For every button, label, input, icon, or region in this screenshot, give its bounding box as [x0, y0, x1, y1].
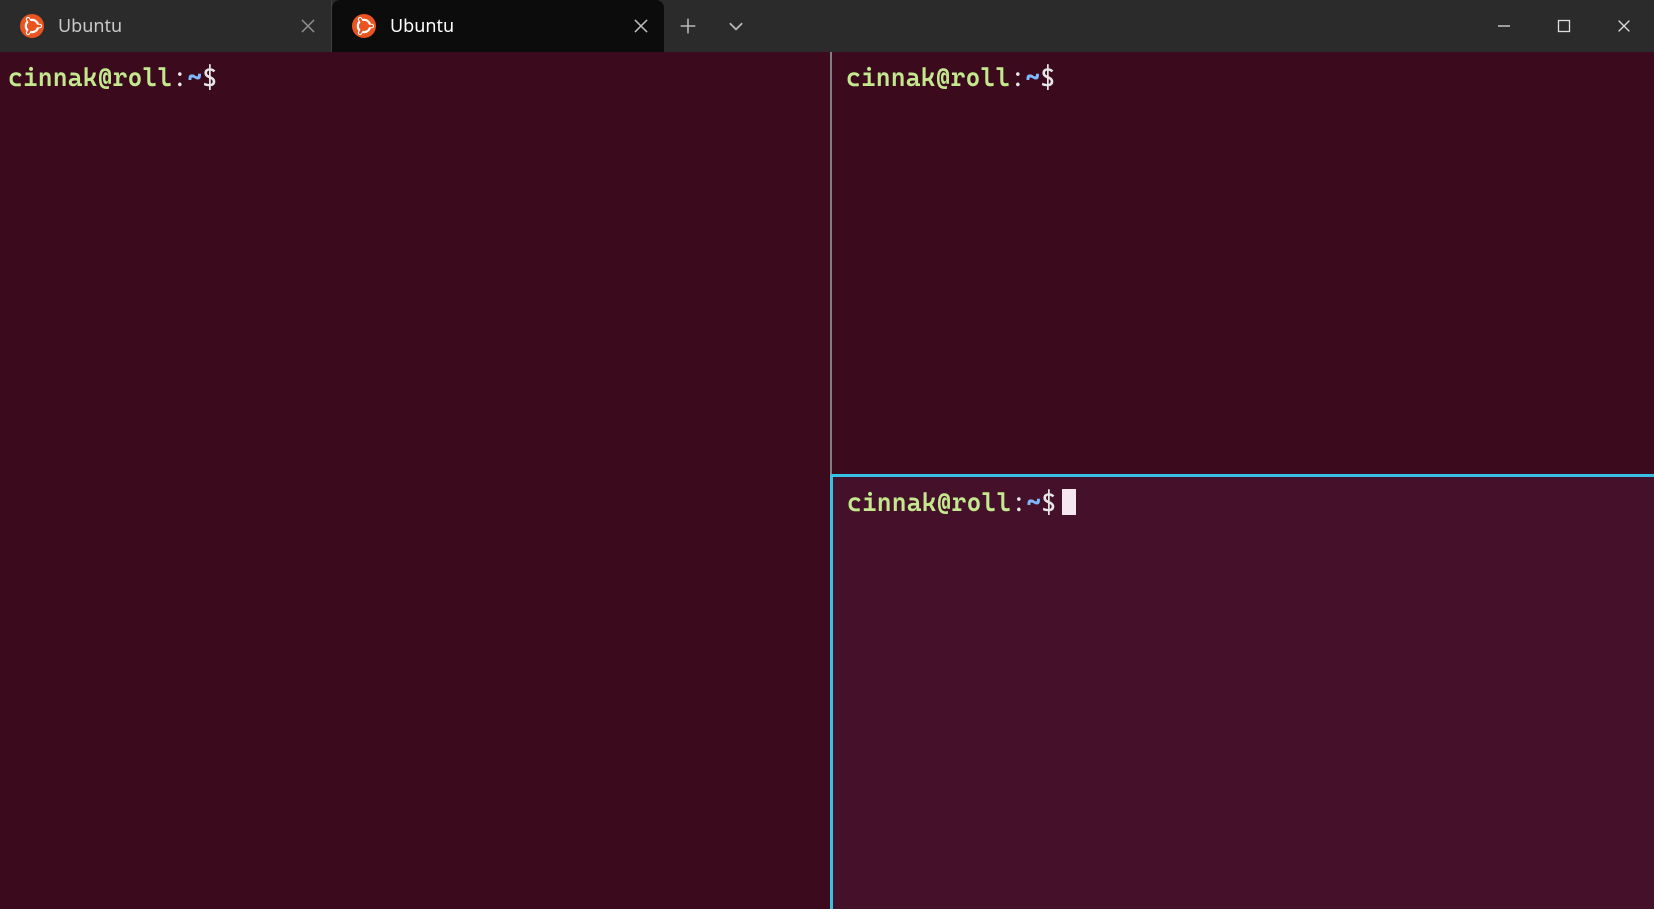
- close-window-button[interactable]: [1594, 0, 1654, 52]
- terminal-pane-left[interactable]: cinnak@roll:~$: [0, 52, 832, 909]
- text-cursor: [1062, 489, 1076, 515]
- terminal-content: cinnak@roll:~$: [832, 52, 1654, 93]
- prompt-userhost: cinnak@roll: [846, 63, 1010, 92]
- maximize-button[interactable]: [1534, 0, 1594, 52]
- window-controls: [1474, 0, 1654, 52]
- tab-label: Ubuntu: [390, 0, 618, 52]
- tab-strip: Ubuntu Ubuntu: [0, 0, 664, 52]
- prompt-symbol: $: [202, 63, 217, 92]
- ubuntu-logo-icon: [20, 14, 44, 38]
- prompt-colon: :: [172, 63, 187, 92]
- prompt-cwd: ~: [187, 63, 202, 92]
- ubuntu-logo-icon: [352, 14, 376, 38]
- tab-ubuntu-2[interactable]: Ubuntu: [332, 0, 664, 52]
- terminal-content: cinnak@roll:~$: [0, 52, 830, 93]
- tab-label: Ubuntu: [58, 0, 285, 52]
- prompt-userhost: cinnak@roll: [847, 488, 1011, 517]
- tab-actions: [664, 0, 760, 52]
- prompt-colon: :: [1011, 488, 1026, 517]
- titlebar: Ubuntu Ubuntu: [0, 0, 1654, 52]
- new-tab-button[interactable]: [664, 0, 712, 52]
- prompt-symbol: $: [1040, 63, 1055, 92]
- prompt-cwd: ~: [1025, 63, 1040, 92]
- prompt-userhost: cinnak@roll: [8, 63, 172, 92]
- prompt-cwd: ~: [1026, 488, 1041, 517]
- prompt-symbol: $: [1041, 488, 1056, 517]
- close-tab-button[interactable]: [632, 17, 650, 35]
- terminal-workspace: cinnak@roll:~$ cinnak@roll:~$ cinnak@rol…: [0, 52, 1654, 909]
- tab-dropdown-button[interactable]: [712, 0, 760, 52]
- terminal-pane-right-group: cinnak@roll:~$ cinnak@roll:~$: [832, 52, 1654, 909]
- prompt-colon: :: [1010, 63, 1025, 92]
- minimize-button[interactable]: [1474, 0, 1534, 52]
- terminal-pane-right-top[interactable]: cinnak@roll:~$: [832, 52, 1654, 474]
- tab-ubuntu-1[interactable]: Ubuntu: [0, 0, 332, 52]
- close-tab-button[interactable]: [299, 17, 317, 35]
- terminal-content: cinnak@roll:~$: [833, 477, 1654, 518]
- terminal-pane-right-bottom[interactable]: cinnak@roll:~$: [830, 474, 1654, 909]
